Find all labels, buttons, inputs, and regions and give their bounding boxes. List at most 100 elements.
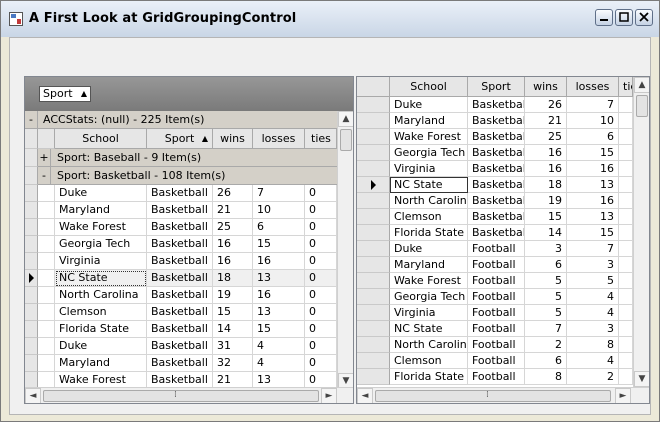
- cell-ties[interactable]: 0: [305, 253, 337, 270]
- cell-sport[interactable]: Football: [468, 337, 525, 353]
- cell-wins[interactable]: 3: [525, 241, 567, 257]
- cell-losses[interactable]: 15: [567, 225, 619, 241]
- left-horizontal-scrollbar[interactable]: ◄ ⁞ ►: [25, 387, 353, 403]
- row-header[interactable]: [25, 185, 38, 202]
- minimize-button[interactable]: [595, 9, 613, 26]
- cell-ties[interactable]: [619, 97, 633, 113]
- cell-wins[interactable]: 15: [213, 304, 253, 321]
- cell-ties[interactable]: [619, 289, 633, 305]
- row-header[interactable]: [25, 338, 38, 355]
- cell-school[interactable]: Wake Forest: [55, 219, 147, 236]
- cell-sport[interactable]: Football: [468, 321, 525, 337]
- cell-wins[interactable]: 16: [525, 161, 567, 177]
- cell-school[interactable]: Wake Forest: [390, 129, 468, 145]
- cell-ties[interactable]: [619, 193, 633, 209]
- cell-ties[interactable]: [619, 177, 633, 193]
- cell-wins[interactable]: 21: [213, 202, 253, 219]
- row-header[interactable]: [357, 161, 390, 177]
- cell-losses[interactable]: 7: [567, 241, 619, 257]
- cell-wins[interactable]: 8: [525, 369, 567, 385]
- grid-control[interactable]: School Sport wins losses ties DukeBasket…: [356, 76, 650, 404]
- cell-sport[interactable]: Basketball: [468, 145, 525, 161]
- cell-school[interactable]: Georgia Tech: [390, 145, 468, 161]
- cell-wins[interactable]: 5: [525, 289, 567, 305]
- scroll-thumb[interactable]: [636, 95, 648, 117]
- cell-sport[interactable]: Basketball: [147, 236, 213, 253]
- cell-losses[interactable]: 13: [253, 270, 305, 287]
- cell-wins[interactable]: 25: [213, 219, 253, 236]
- cell-wins[interactable]: 16: [213, 236, 253, 253]
- row-header[interactable]: [357, 129, 390, 145]
- group-caption-basketball[interactable]: - Sport: Basketball - 108 Item(s): [25, 167, 337, 185]
- cell-sport[interactable]: Basketball: [147, 287, 213, 304]
- cell-ties[interactable]: [619, 145, 633, 161]
- column-header-sport[interactable]: Sport: [468, 77, 525, 97]
- cell-losses[interactable]: 16: [567, 161, 619, 177]
- cell-sport[interactable]: Football: [468, 353, 525, 369]
- cell-wins[interactable]: 31: [213, 338, 253, 355]
- column-header-school[interactable]: School: [55, 129, 147, 149]
- cell-wins[interactable]: 14: [213, 321, 253, 338]
- cell-school[interactable]: Florida State: [390, 225, 468, 241]
- cell-ties[interactable]: 0: [305, 236, 337, 253]
- row-header[interactable]: [357, 321, 390, 337]
- cell-ties[interactable]: [619, 337, 633, 353]
- scroll-up-button[interactable]: ▲: [338, 111, 353, 127]
- cell-sport[interactable]: Basketball: [147, 253, 213, 270]
- column-header-wins[interactable]: wins: [525, 77, 567, 97]
- cell-school[interactable]: Maryland: [390, 113, 468, 129]
- cell-school[interactable]: Georgia Tech: [55, 236, 147, 253]
- column-header-school[interactable]: School: [390, 77, 468, 97]
- cell-ties[interactable]: [619, 273, 633, 289]
- cell-wins[interactable]: 14: [525, 225, 567, 241]
- cell-wins[interactable]: 2: [525, 337, 567, 353]
- cell-wins[interactable]: 18: [213, 270, 253, 287]
- cell-sport[interactable]: Football: [468, 241, 525, 257]
- scroll-right-button[interactable]: ►: [615, 388, 631, 403]
- cell-sport[interactable]: Football: [468, 257, 525, 273]
- row-header[interactable]: [25, 202, 38, 219]
- cell-sport[interactable]: Basketball: [468, 209, 525, 225]
- cell-ties[interactable]: 0: [305, 304, 337, 321]
- row-header[interactable]: [357, 193, 390, 209]
- cell-wins[interactable]: 26: [525, 97, 567, 113]
- title-bar[interactable]: A First Look at GridGroupingControl: [1, 1, 659, 37]
- cell-sport[interactable]: Basketball: [468, 193, 525, 209]
- cell-wins[interactable]: 5: [525, 305, 567, 321]
- column-header-sport[interactable]: Sport ▲: [147, 129, 213, 149]
- cell-school[interactable]: Duke: [55, 185, 147, 202]
- row-header[interactable]: [25, 236, 38, 253]
- row-header[interactable]: [357, 225, 390, 241]
- cell-sport[interactable]: Basketball: [468, 113, 525, 129]
- cell-losses[interactable]: 3: [567, 321, 619, 337]
- cell-ties[interactable]: [619, 241, 633, 257]
- cell-wins[interactable]: 5: [525, 273, 567, 289]
- cell-sport[interactable]: Football: [468, 289, 525, 305]
- cell-wins[interactable]: 16: [525, 145, 567, 161]
- scroll-right-button[interactable]: ►: [321, 388, 337, 403]
- scroll-up-button[interactable]: ▲: [634, 77, 649, 93]
- cell-sport[interactable]: Basketball: [468, 225, 525, 241]
- cell-sport[interactable]: Basketball: [468, 177, 525, 193]
- cell-ties[interactable]: [619, 161, 633, 177]
- cell-losses[interactable]: 15: [253, 321, 305, 338]
- row-header[interactable]: [357, 305, 390, 321]
- cell-school[interactable]: Maryland: [390, 257, 468, 273]
- cell-school[interactable]: Maryland: [55, 202, 147, 219]
- cell-school[interactable]: North Carolina: [390, 337, 468, 353]
- group-chip-sport[interactable]: Sport ▲: [39, 86, 91, 102]
- cell-school[interactable]: Virginia: [55, 253, 147, 270]
- expand-group-button[interactable]: +: [38, 149, 51, 167]
- cell-sport[interactable]: Basketball: [147, 338, 213, 355]
- cell-school[interactable]: Georgia Tech: [390, 289, 468, 305]
- row-header[interactable]: [357, 209, 390, 225]
- cell-sport[interactable]: Football: [468, 369, 525, 385]
- row-header[interactable]: [357, 289, 390, 305]
- group-drop-area[interactable]: Sport ▲: [25, 77, 353, 111]
- row-header[interactable]: [25, 253, 38, 270]
- cell-sport[interactable]: Basketball: [147, 304, 213, 321]
- row-header[interactable]: [357, 369, 390, 385]
- cell-losses[interactable]: 4: [253, 355, 305, 372]
- cell-school[interactable]: Duke: [390, 97, 468, 113]
- scroll-thumb[interactable]: ⁞: [375, 390, 611, 402]
